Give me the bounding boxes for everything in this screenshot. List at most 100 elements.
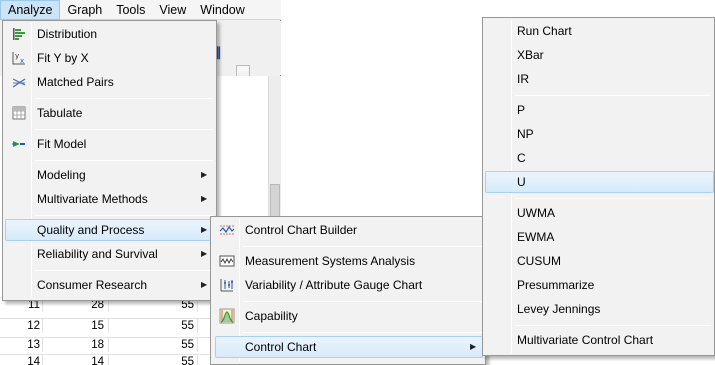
menu-item-uwma[interactable]: UWMA: [485, 202, 714, 224]
menu-item-label: IR: [517, 72, 529, 86]
menu-item-xbar[interactable]: XBar: [485, 44, 714, 66]
menu-item-label: C: [517, 151, 526, 165]
menu-item-levey-jennings[interactable]: Levey Jennings: [485, 298, 714, 320]
menu-separator: [35, 160, 213, 161]
menu-item-distribution[interactable]: Distribution: [5, 23, 214, 45]
menu-item-label: XBar: [517, 48, 544, 62]
menu-view[interactable]: View: [152, 0, 193, 20]
menu-item-label: Control Chart: [245, 340, 317, 354]
analyze-menu: Distribution yx Fit Y by X Matched Pairs…: [2, 20, 217, 301]
menu-item-label: Reliability and Survival: [37, 247, 158, 261]
menu-item-label: Multivariate Methods: [37, 192, 148, 206]
capability-icon: [219, 308, 235, 324]
menu-item-label: Run Chart: [517, 24, 572, 38]
menu-window[interactable]: Window: [193, 0, 251, 20]
menu-item-label: Multivariate Control Chart: [517, 333, 654, 347]
fit-model-icon: [11, 136, 27, 152]
menu-separator: [35, 129, 213, 130]
menu-tools[interactable]: Tools: [109, 0, 152, 20]
row-number: 13: [0, 338, 43, 352]
table-cell[interactable]: 14: [44, 355, 109, 365]
submenu-arrow-icon: ▶: [201, 225, 208, 234]
table-cell[interactable]: 55: [110, 338, 198, 352]
menu-bar: Analyze Graph Tools View Window: [0, 0, 281, 20]
control-chart-builder-icon: [219, 222, 235, 238]
menu-item-label: Distribution: [37, 27, 98, 41]
menu-item-label: Measurement Systems Analysis: [245, 254, 416, 268]
menu-item-label: Control Chart Builder: [245, 223, 358, 237]
menu-separator: [35, 270, 213, 271]
menu-item-reliability-and-survival[interactable]: Reliability and Survival ▶: [5, 243, 214, 265]
menu-item-label: Levey Jennings: [517, 302, 601, 316]
menu-item-p[interactable]: P: [485, 99, 714, 121]
row-number: 14: [0, 355, 43, 365]
submenu-arrow-icon: ▶: [201, 170, 208, 179]
menu-item-capability[interactable]: Capability: [213, 305, 483, 327]
menu-item-ewma[interactable]: EWMA: [485, 226, 714, 248]
menu-separator: [35, 215, 213, 216]
menu-item-cusum[interactable]: CUSUM: [485, 250, 714, 272]
menu-item-label: Variability / Attribute Gauge Chart: [245, 278, 423, 292]
menu-item-ir[interactable]: IR: [485, 68, 714, 90]
menu-item-label: P: [517, 103, 526, 117]
menu-analyze[interactable]: Analyze: [0, 0, 61, 20]
row-number: 12: [0, 319, 43, 333]
quality-and-process-submenu: Control Chart Builder Measurement System…: [210, 216, 486, 365]
menu-separator: [515, 198, 711, 199]
menu-item-label: Consumer Research: [37, 278, 148, 292]
menu-item-u[interactable]: U: [485, 171, 714, 193]
measurement-systems-icon: [219, 253, 235, 269]
submenu-arrow-icon: ▶: [201, 194, 208, 203]
menu-separator: [243, 246, 483, 247]
menu-item-control-chart-builder[interactable]: Control Chart Builder: [213, 219, 483, 241]
menu-item-run-chart[interactable]: Run Chart: [485, 20, 714, 42]
menu-item-label: Matched Pairs: [37, 75, 114, 89]
menu-item-tabulate[interactable]: Tabulate: [5, 102, 214, 124]
table-cell[interactable]: 55: [110, 319, 198, 333]
matched-pairs-icon: [11, 74, 27, 90]
submenu-arrow-icon: ▶: [470, 342, 477, 351]
menu-item-label: Presummarize: [517, 278, 595, 292]
menu-item-label: U: [517, 175, 526, 189]
svg-text:y: y: [15, 52, 19, 60]
menu-item-presummarize[interactable]: Presummarize: [485, 274, 714, 296]
table-cell[interactable]: 18: [44, 338, 109, 352]
menu-item-measurement-systems-analysis[interactable]: Measurement Systems Analysis: [213, 250, 483, 272]
submenu-arrow-icon: ▶: [201, 249, 208, 258]
menu-item-label: Fit Y by X: [37, 51, 89, 65]
menu-separator: [243, 332, 483, 333]
menu-item-np[interactable]: NP: [485, 123, 714, 145]
submenu-arrow-icon: ▶: [201, 280, 208, 289]
menu-item-multivariate-control-chart[interactable]: Multivariate Control Chart: [485, 329, 714, 351]
menu-item-multivariate-methods[interactable]: Multivariate Methods ▶: [5, 188, 214, 210]
fit-y-by-x-icon: yx: [11, 50, 27, 66]
menu-separator: [515, 325, 711, 326]
menu-item-label: Modeling: [37, 168, 86, 182]
menu-item-label: Quality and Process: [37, 223, 145, 237]
menu-item-matched-pairs[interactable]: Matched Pairs: [5, 71, 214, 93]
table-cell[interactable]: 15: [44, 319, 109, 333]
svg-text:x: x: [20, 57, 24, 65]
menu-graph[interactable]: Graph: [60, 0, 109, 20]
menu-item-label: EWMA: [517, 230, 555, 244]
variability-gauge-icon: [219, 277, 235, 293]
menu-item-label: Tabulate: [37, 106, 83, 120]
menu-separator: [515, 95, 711, 96]
menu-item-fit-model[interactable]: Fit Model: [5, 133, 214, 155]
menu-item-modeling[interactable]: Modeling ▶: [5, 164, 214, 186]
menu-item-label: CUSUM: [517, 254, 561, 268]
menu-item-label: NP: [517, 127, 534, 141]
menu-item-c[interactable]: C: [485, 147, 714, 169]
distribution-icon: [11, 26, 27, 42]
menu-separator: [35, 98, 213, 99]
menu-item-control-chart[interactable]: Control Chart ▶: [215, 336, 483, 358]
menu-item-label: UWMA: [517, 206, 555, 220]
menu-item-fit-y-by-x[interactable]: yx Fit Y by X: [5, 47, 214, 69]
menu-item-label: Fit Model: [37, 137, 87, 151]
menu-item-quality-and-process[interactable]: Quality and Process ▶: [5, 219, 214, 241]
tabulate-icon: [11, 105, 27, 121]
menu-item-label: Capability: [245, 309, 298, 323]
menu-item-consumer-research[interactable]: Consumer Research ▶: [5, 274, 214, 296]
menu-item-variability-attribute-gauge-chart[interactable]: Variability / Attribute Gauge Chart: [213, 274, 483, 296]
table-cell[interactable]: 55: [110, 355, 198, 365]
